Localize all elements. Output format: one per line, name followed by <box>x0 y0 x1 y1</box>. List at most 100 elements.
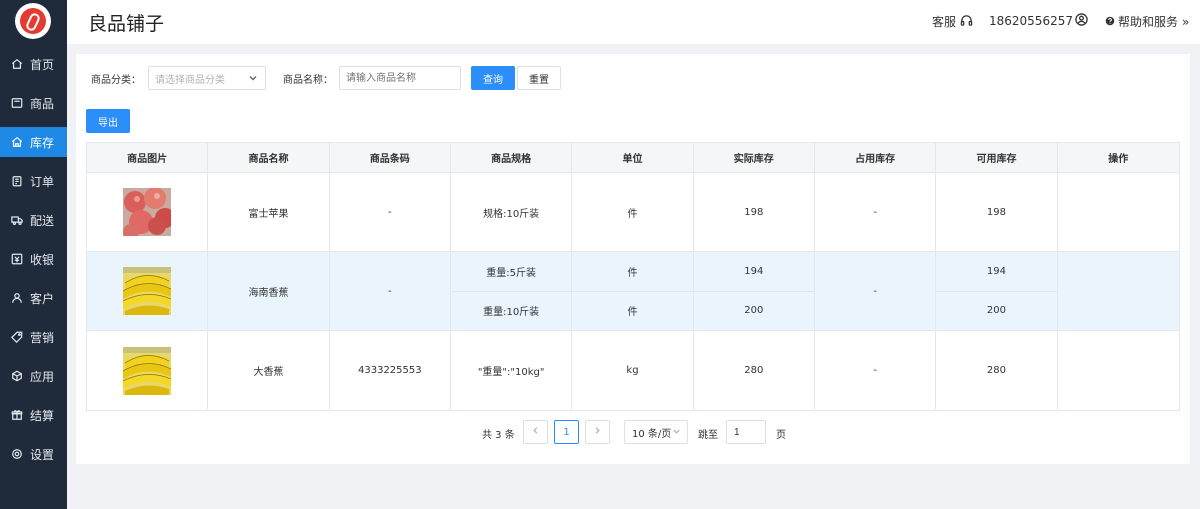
category-placeholder: 请选择商品分类 <box>155 74 225 86</box>
product-icon <box>10 96 24 110</box>
product-image-cell <box>87 331 209 410</box>
sidebar-item-label: 首页 <box>30 57 55 72</box>
chevron-down-icon <box>672 427 681 439</box>
sidebar: 首页商品库存订单配送收银客户营销应用结算设置 <box>0 0 67 509</box>
sidebar-item-label: 商品 <box>30 96 55 111</box>
product-thumbnail[interactable] <box>123 267 172 315</box>
column-header: 可用库存 <box>936 143 1058 172</box>
sidebar-item-label: 客户 <box>30 291 55 306</box>
inventory-panel: 商品分类： 请选择商品分类 商品名称： 查询 重置 导出 商品图片商品名称商品条… <box>76 54 1190 464</box>
marketing-icon <box>10 330 24 344</box>
product-image-cell <box>87 252 209 330</box>
app-icon <box>10 369 24 383</box>
table-row[interactable]: 富士苹果 - 规格:10斤装件 198-198 <box>87 173 1179 252</box>
product-thumbnail[interactable] <box>123 346 172 395</box>
category-select[interactable]: 请选择商品分类 <box>148 66 266 90</box>
goto-page-input[interactable] <box>726 420 766 444</box>
settlement-icon <box>10 408 24 422</box>
table-row[interactable]: 海南香蕉 - 重量:5斤装 重量:10斤装件件 194 200-194 200 <box>87 252 1179 331</box>
sidebar-item-inventory[interactable]: 库存 <box>0 127 67 157</box>
user-phone: 18620556257 <box>989 14 1073 28</box>
pagination-total: 共 3 条 <box>482 430 515 441</box>
available-stock: 198 <box>936 173 1058 251</box>
inventory-table: 商品图片 商品名称 商品条码 商品规格 单位 实际库存 占用库存 可用库存 操作 富士苹果 - 规格… <box>86 142 1180 411</box>
reset-button[interactable]: 重置 <box>517 66 561 90</box>
product-image-cell <box>87 173 209 251</box>
actual-stock-group: 194 200 <box>693 252 815 330</box>
available-stock: 194 <box>936 252 1057 292</box>
settings-icon <box>10 447 24 461</box>
chevron-right-icon <box>593 426 602 438</box>
customer-icon <box>10 291 24 305</box>
product-barcode: - <box>330 252 451 330</box>
sidebar-item-settlement[interactable]: 结算 <box>0 400 67 430</box>
product-name-input[interactable] <box>339 66 461 90</box>
export-button[interactable]: 导出 <box>86 109 130 133</box>
available-stock: 280 <box>936 331 1058 410</box>
chevron-left-icon <box>531 426 540 438</box>
product-unit: 件 <box>572 173 694 251</box>
help-icon <box>1105 15 1115 29</box>
page-unit-label: 页 <box>776 430 786 441</box>
chevron-down-icon <box>248 73 258 86</box>
product-spec: 重量:5斤装 <box>450 252 572 292</box>
sidebar-item-label: 收银 <box>30 252 55 267</box>
actual-stock: 280 <box>694 331 815 410</box>
table-body: 富士苹果 - 规格:10斤装件 198-198 海南香蕉 - 重量:5斤装 重量:10斤装件件… <box>87 173 1179 410</box>
sidebar-item-home[interactable]: 首页 <box>0 49 67 79</box>
sidebar-item-label: 营销 <box>30 330 55 345</box>
sidebar-item-app[interactable]: 应用 <box>0 361 67 391</box>
actual-stock: 194 <box>693 252 814 292</box>
product-barcode: - <box>330 173 451 251</box>
column-header: 商品条码 <box>330 143 451 172</box>
next-page-button[interactable] <box>585 420 610 444</box>
actions-cell <box>1058 173 1179 251</box>
double-chevron-right-icon: » <box>1182 14 1190 29</box>
delivery-icon <box>10 213 24 227</box>
product-name: 大香蕉 <box>208 331 330 410</box>
actions-cell <box>1058 252 1179 330</box>
product-unit-group: 件件 <box>572 252 694 330</box>
product-spec: 规格:10斤装 <box>451 173 573 251</box>
product-spec: "重量":"10kg" <box>451 331 573 410</box>
order-icon <box>10 174 24 188</box>
product-spec: 重量:10斤装 <box>483 307 540 319</box>
customer-service[interactable]: 客服 <box>932 13 973 30</box>
user-account[interactable]: 18620556257 <box>989 13 1088 29</box>
available-stock-group: 194 200 <box>936 252 1058 330</box>
product-name: 富士苹果 <box>208 173 330 251</box>
sidebar-item-label: 应用 <box>30 369 55 384</box>
top-header: 良品铺子 客服 18620556257 帮助和服务 » <box>67 0 1200 44</box>
category-label: 商品分类： <box>91 75 141 86</box>
column-header: 操作 <box>1108 154 1129 165</box>
sidebar-item-label: 结算 <box>30 408 55 423</box>
table-header: 商品图片 商品名称 商品条码 商品规格 单位 实际库存 占用库存 可用库存 操作 <box>87 143 1179 173</box>
sidebar-item-product[interactable]: 商品 <box>0 88 67 118</box>
sidebar-item-settings[interactable]: 设置 <box>0 439 67 469</box>
query-button[interactable]: 查询 <box>471 66 515 90</box>
sidebar-item-customer[interactable]: 客户 <box>0 283 67 313</box>
goto-label: 跳至 <box>698 430 718 441</box>
inventory-icon <box>10 135 24 149</box>
logo[interactable] <box>15 3 51 39</box>
sidebar-item-marketing[interactable]: 营销 <box>0 322 67 352</box>
cashier-icon <box>10 252 24 266</box>
actual-stock: 198 <box>694 173 815 251</box>
sidebar-item-delivery[interactable]: 配送 <box>0 205 67 235</box>
occupied-stock: - <box>815 173 937 251</box>
help-service[interactable]: 帮助和服务 » <box>1105 13 1189 30</box>
column-header: 实际库存 <box>694 143 815 172</box>
page-size-value: 10 条/页 <box>632 428 672 440</box>
product-name-label: 商品名称： <box>283 75 333 86</box>
page-size-select[interactable]: 10 条/页 <box>624 420 688 444</box>
sidebar-item-label: 配送 <box>30 213 55 228</box>
table-row[interactable]: 大香蕉 4333225553 "重量":"10kg" kg 280-280 <box>87 331 1179 410</box>
product-unit: 件 <box>572 252 693 292</box>
page-number-current[interactable]: 1 <box>554 420 579 444</box>
actions-cell <box>1058 331 1179 410</box>
sidebar-item-cashier[interactable]: 收银 <box>0 244 67 274</box>
product-thumbnail[interactable] <box>123 188 172 236</box>
sidebar-item-order[interactable]: 订单 <box>0 166 67 196</box>
prev-page-button[interactable] <box>523 420 548 444</box>
product-unit: 件 <box>627 307 638 319</box>
